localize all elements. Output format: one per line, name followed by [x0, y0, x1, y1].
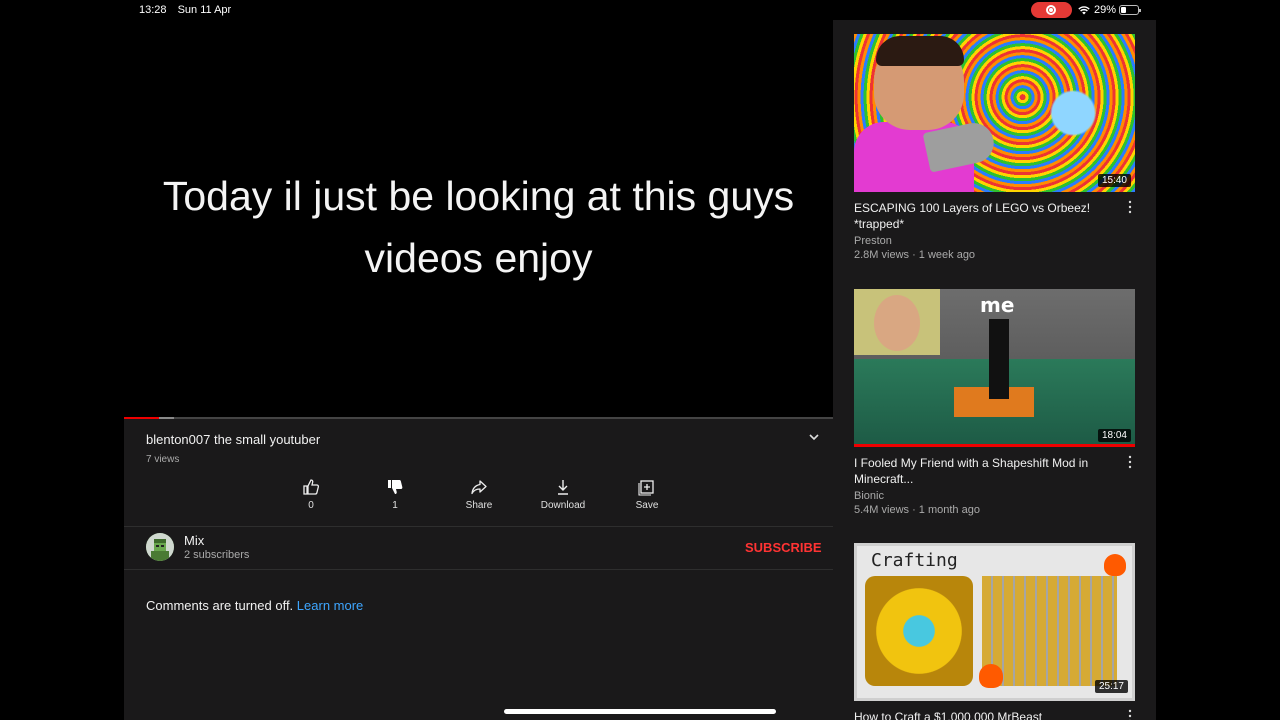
more-vertical-icon[interactable] [1125, 709, 1135, 720]
download-icon [558, 480, 568, 495]
chevron-down-icon[interactable] [808, 431, 820, 443]
recommended-video[interactable]: me 18:04 I Fooled My Friend with a Shape… [854, 289, 1135, 516]
share-icon [471, 480, 487, 495]
video-duration: 25:17 [1094, 680, 1128, 693]
divider [124, 526, 833, 527]
save-button[interactable]: Save [605, 478, 689, 511]
video-title[interactable]: I Fooled My Friend with a Shapeshift Mod… [854, 455, 1116, 487]
channel-name[interactable]: Preston [854, 235, 1135, 247]
video-duration: 18:04 [1097, 429, 1131, 442]
add-to-playlist-icon [638, 480, 654, 496]
recommended-video[interactable]: 15:40 ESCAPING 100 Layers of LEGO vs Orb… [854, 34, 1135, 261]
subscribe-button[interactable]: SUBSCRIBE [745, 540, 822, 555]
recommended-video[interactable]: Crafting 25:17 How to Craft a $1,000,000… [854, 543, 1135, 720]
video-meta: 2.8M views · 1 week ago [854, 249, 976, 261]
thumbs-down-icon [388, 480, 403, 494]
dislike-button[interactable]: 1 [353, 478, 437, 511]
video-title[interactable]: How to Craft a $1,000,000 MrBeast [854, 709, 1116, 720]
divider [124, 569, 833, 570]
like-count: 0 [308, 500, 314, 511]
more-vertical-icon[interactable] [1125, 200, 1135, 214]
action-bar: 0 1 Share Download Save [269, 478, 689, 518]
download-label: Download [540, 500, 586, 511]
video-thumbnail[interactable]: 15:40 [854, 34, 1135, 192]
battery-icon [1119, 5, 1141, 15]
watched-progress [854, 444, 1135, 447]
save-label: Save [635, 500, 659, 511]
status-date: Sun 11 Apr [177, 4, 232, 16]
minecraft-avatar-icon [146, 533, 174, 561]
more-vertical-icon[interactable] [1125, 455, 1135, 469]
video-caption-line: videos enjoy [364, 235, 593, 281]
wifi-icon [1078, 6, 1090, 15]
comments-off-text: Comments are turned off. [146, 598, 294, 613]
video-thumbnail[interactable]: Crafting 25:17 [854, 543, 1135, 701]
subscriber-count: 2 subscribers [184, 549, 250, 561]
video-caption-line: Today il just be looking at this guys [162, 173, 795, 219]
video-caption: Today il just be looking at this guys vi… [124, 165, 833, 289]
video-title[interactable]: blenton007 the small youtuber [146, 432, 320, 447]
video-duration: 15:40 [1097, 174, 1131, 187]
screen-record-icon[interactable] [1031, 2, 1072, 18]
status-bar: 13:28 Sun 11 Apr 29% [0, 0, 1280, 20]
video-meta: 5.4M views · 1 month ago [854, 504, 980, 516]
share-label: Share [465, 500, 493, 511]
thumbnail-text: me [980, 293, 1015, 317]
share-button[interactable]: Share [437, 478, 521, 511]
video-title[interactable]: ESCAPING 100 Layers of LEGO vs Orbeez! *… [854, 200, 1116, 232]
video-thumbnail[interactable]: me 18:04 [854, 289, 1135, 447]
comments-notice: Comments are turned off. Learn more [146, 598, 363, 613]
video-info-panel: blenton007 the small youtuber 7 views 0 … [124, 419, 833, 720]
download-button[interactable]: Download [521, 478, 605, 511]
view-count: 7 views [146, 454, 180, 465]
recommendations-sidebar: 15:40 ESCAPING 100 Layers of LEGO vs Orb… [833, 20, 1156, 720]
channel-name[interactable]: Mix [184, 533, 204, 548]
home-indicator[interactable] [504, 709, 776, 714]
battery-percent: 29% [1094, 4, 1117, 16]
status-time: 13:28 [139, 4, 167, 16]
video-player[interactable]: Today il just be looking at this guys vi… [124, 20, 833, 418]
dislike-count: 1 [392, 500, 398, 511]
status-clock: 13:28 Sun 11 Apr [139, 4, 239, 16]
avatar[interactable] [146, 533, 174, 561]
thumbnail-text: Crafting [871, 550, 958, 571]
thumbs-up-icon [303, 479, 320, 495]
like-button[interactable]: 0 [269, 478, 353, 511]
channel-name[interactable]: Bionic [854, 490, 1135, 502]
learn-more-link[interactable]: Learn more [297, 598, 363, 613]
